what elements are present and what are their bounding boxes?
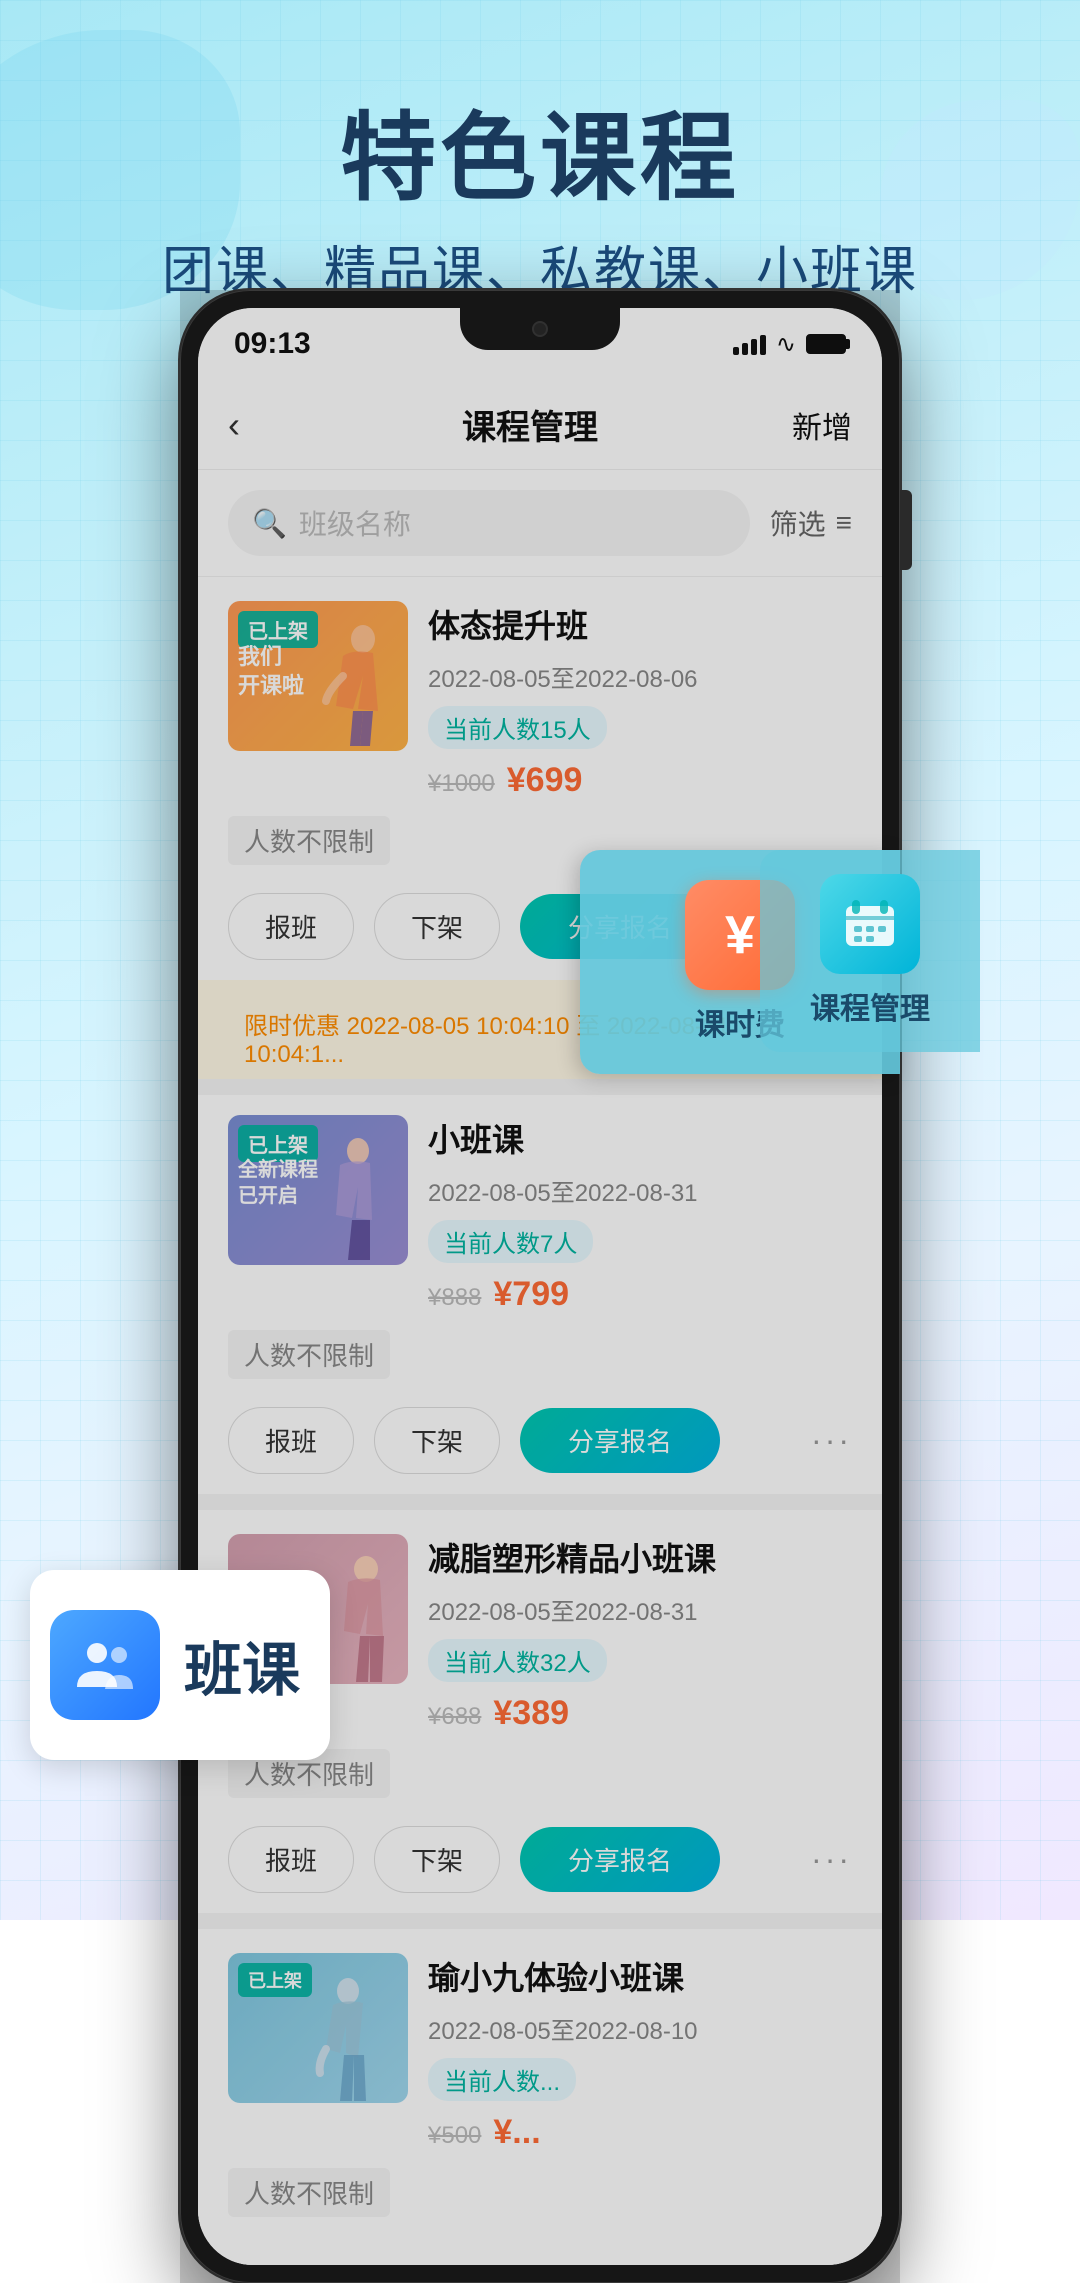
card-top: 已上架 我们开课啦 (228, 601, 852, 800)
signal-icon (733, 333, 766, 355)
page-title: 课程管理 (288, 400, 772, 449)
course-price-4: ¥500 ¥... (428, 2113, 852, 2152)
offline-button[interactable]: 下架 (374, 893, 500, 960)
current-price-4: ¥... (493, 2113, 540, 2152)
course-info-2: 小班课 2022-08-05至2022-08-31 当前人数7人 ¥888 ¥7… (428, 1115, 852, 1314)
phone-frame: 09:13 ∿ ‹ 课程管理 (180, 290, 900, 2283)
filter-icon: ≡ (836, 507, 852, 539)
status-bar: 09:13 ∿ (198, 308, 882, 380)
course-info-3: 减脂塑形精品小班课 2022-08-05至2022-08-31 当前人数32人 … (428, 1534, 852, 1733)
current-price-3: ¥389 (493, 1694, 569, 1733)
original-price-2: ¥888 (428, 1284, 481, 1312)
current-price: ¥699 (507, 761, 583, 800)
online-badge-4: 已上架 (238, 1963, 312, 1997)
original-price-4: ¥500 (428, 2122, 481, 2150)
float-badge: 班课 (30, 1570, 330, 1760)
person-group-icon (75, 1635, 135, 1695)
share-button-2[interactable]: 分享报名 (520, 1408, 720, 1473)
course-name-4: 瑜小九体验小班课 (428, 1953, 852, 1999)
status-icons: ∿ (733, 330, 846, 359)
figure-icon-4 (298, 1973, 398, 2103)
main-title: 特色课程 (0, 80, 1080, 219)
more-button-2[interactable]: ··· (811, 1422, 852, 1459)
course-image-inner: 已上架 我们开课啦 (228, 601, 408, 751)
register-button[interactable]: 报班 (228, 893, 354, 960)
share-button-3[interactable]: 分享报名 (520, 1827, 720, 1892)
float-badge-text: 班课 (184, 1623, 300, 1707)
search-icon: 🔍 (252, 507, 287, 540)
students-count: 当前人数15人 (428, 706, 607, 749)
offline-button-3[interactable]: 下架 (374, 1826, 500, 1893)
course-date-2: 2022-08-05至2022-08-31 (428, 1173, 852, 1208)
notch (460, 308, 620, 350)
calendar-icon (840, 894, 900, 954)
camera-dot (532, 321, 548, 337)
search-box[interactable]: 🔍 班级名称 (228, 490, 750, 556)
phone-mockup: 09:13 ∿ ‹ 课程管理 (180, 290, 900, 2283)
add-button[interactable]: 新增 (772, 403, 852, 447)
course-card-4: 已上架 瑜小九体验小班课 (198, 1929, 882, 2265)
course-price-2: ¥888 ¥799 (428, 1275, 852, 1314)
popup-label-course-mgmt: 课程管理 (810, 984, 930, 1028)
float-icon (50, 1610, 160, 1720)
badge-text-2: 全新课程已开启 (238, 1157, 318, 1209)
offline-button-2[interactable]: 下架 (374, 1407, 500, 1474)
course-image-2: 已上架 全新课程已开启 (228, 1115, 408, 1265)
capacity-tag: 人数不限制 (228, 816, 390, 865)
course-price: ¥1000 ¥699 (428, 761, 852, 800)
phone-screen: 09:13 ∿ ‹ 课程管理 (198, 308, 882, 2265)
more-button-3[interactable]: ··· (811, 1841, 852, 1878)
original-price: ¥1000 (428, 770, 495, 798)
course-info: 体态提升班 2022-08-05至2022-08-06 当前人数15人 ¥100… (428, 601, 852, 800)
yen-icon: ¥ (725, 904, 755, 966)
course-date-4: 2022-08-05至2022-08-10 (428, 2011, 852, 2046)
course-card-2: 已上架 全新课程已开启 小班课 (198, 1095, 882, 1494)
header-section: 特色课程 团课、精品课、私教课、小班课 (0, 80, 1080, 304)
students-count-2: 当前人数7人 (428, 1220, 593, 1263)
battery-icon (806, 334, 846, 354)
back-button[interactable]: ‹ (228, 404, 288, 446)
course-name-3: 减脂塑形精品小班课 (428, 1534, 852, 1580)
course-date: 2022-08-05至2022-08-06 (428, 659, 852, 694)
course-image-4: 已上架 (228, 1953, 408, 2103)
course-mgmt-icon-wrap (820, 874, 920, 974)
capacity-tag-2: 人数不限制 (228, 1330, 390, 1379)
wifi-icon: ∿ (776, 330, 796, 359)
course-info-4: 瑜小九体验小班课 2022-08-05至2022-08-10 当前人数... ¥… (428, 1953, 852, 2152)
search-area: 🔍 班级名称 筛选 ≡ (198, 470, 882, 577)
register-button-2[interactable]: 报班 (228, 1407, 354, 1474)
status-time: 09:13 (234, 327, 311, 361)
register-button-3[interactable]: 报班 (228, 1826, 354, 1893)
course-date-3: 2022-08-05至2022-08-31 (428, 1592, 852, 1627)
course-list: 已上架 我们开课啦 (198, 577, 882, 2265)
filter-label: 筛选 (770, 503, 826, 543)
course-image-inner-2: 已上架 全新课程已开启 (228, 1115, 408, 1265)
filter-button[interactable]: 筛选 ≡ (770, 503, 852, 543)
search-placeholder: 班级名称 (299, 503, 411, 543)
popup-card-course-mgmt[interactable]: 课程管理 (760, 850, 980, 1052)
students-count-3: 当前人数32人 (428, 1639, 607, 1682)
current-price-2: ¥799 (493, 1275, 569, 1314)
card-top-4: 已上架 瑜小九体验小班课 (228, 1953, 852, 2152)
course-image-inner-4: 已上架 (228, 1953, 408, 2103)
course-price-3: ¥688 ¥389 (428, 1694, 852, 1733)
original-price-3: ¥688 (428, 1703, 481, 1731)
capacity-tag-4: 人数不限制 (228, 2168, 390, 2217)
course-name-2: 小班课 (428, 1115, 852, 1161)
card-actions-3: 报班 下架 分享报名 ··· (228, 1826, 852, 1893)
course-name: 体态提升班 (428, 601, 852, 647)
badge-text: 我们开课啦 (238, 643, 304, 700)
card-top-2: 已上架 全新课程已开启 小班课 (228, 1115, 852, 1314)
card-actions-2: 报班 下架 分享报名 ··· (228, 1407, 852, 1474)
students-count-4: 当前人数... (428, 2058, 576, 2101)
course-image: 已上架 我们开课啦 (228, 601, 408, 751)
nav-bar: ‹ 课程管理 新增 (198, 380, 882, 470)
